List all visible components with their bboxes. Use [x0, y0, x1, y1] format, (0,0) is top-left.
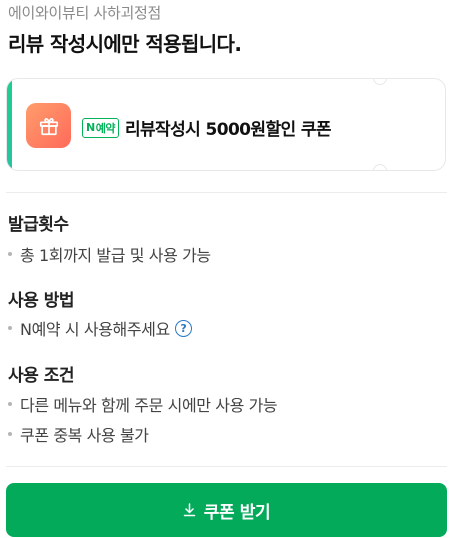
coupon-accent-bar — [7, 79, 12, 170]
list-item-text: 총 1회까지 발급 및 사용 가능 — [20, 246, 211, 265]
list-item: 다른 메뉴와 함께 주문 시에만 사용 가능 — [8, 392, 278, 416]
list-item: 총 1회까지 발급 및 사용 가능 — [8, 242, 211, 266]
list-item-text: N예약 시 사용해주세요 — [20, 320, 170, 339]
list-item: 쿠폰 중복 사용 불가 — [8, 422, 149, 446]
coupon-notch-top — [373, 79, 387, 85]
list-item-text: 쿠폰 중복 사용 불가 — [20, 426, 149, 445]
coupon-card: N 예약 리뷰작성시 5000원할인 쿠폰 — [6, 78, 446, 171]
divider — [6, 466, 447, 467]
help-icon[interactable]: ? — [174, 319, 192, 337]
download-icon — [183, 503, 195, 517]
coupon-detail-page: 에이와이뷰티 사하괴정점 리뷰 작성시에만 적용됩니다. N 예약 리뷰작성시 … — [0, 0, 453, 538]
bullet-dot — [8, 252, 12, 256]
naver-reservation-badge: N 예약 — [82, 117, 119, 138]
bullet-dot — [8, 402, 12, 406]
coupon-notch-bottom — [373, 164, 387, 170]
section-title-usage-method: 사용 방법 — [8, 291, 74, 311]
coupon-title-row: N 예약 리뷰작성시 5000원할인 쿠폰 — [82, 115, 332, 140]
gift-icon — [26, 103, 71, 148]
section-title-issue-count: 발급횟수 — [8, 215, 69, 235]
badge-label: 예약 — [95, 121, 116, 135]
store-name: 에이와이뷰티 사하괴정점 — [8, 4, 161, 22]
section-title-usage-conditions: 사용 조건 — [8, 366, 74, 386]
coupon-title: 리뷰작성시 5000원할인 쿠폰 — [124, 120, 332, 140]
divider — [6, 192, 447, 193]
download-button-label: 쿠폰 받기 — [203, 502, 271, 523]
list-item: N예약 시 사용해주세요 ? — [8, 316, 192, 340]
list-item-text: 다른 메뉴와 함께 주문 시에만 사용 가능 — [20, 396, 278, 415]
download-coupon-button[interactable]: 쿠폰 받기 — [6, 483, 447, 537]
bullet-dot — [8, 326, 12, 330]
bullet-dot — [8, 432, 12, 436]
page-title: 리뷰 작성시에만 적용됩니다. — [8, 32, 242, 56]
badge-n-letter: N — [86, 121, 95, 134]
